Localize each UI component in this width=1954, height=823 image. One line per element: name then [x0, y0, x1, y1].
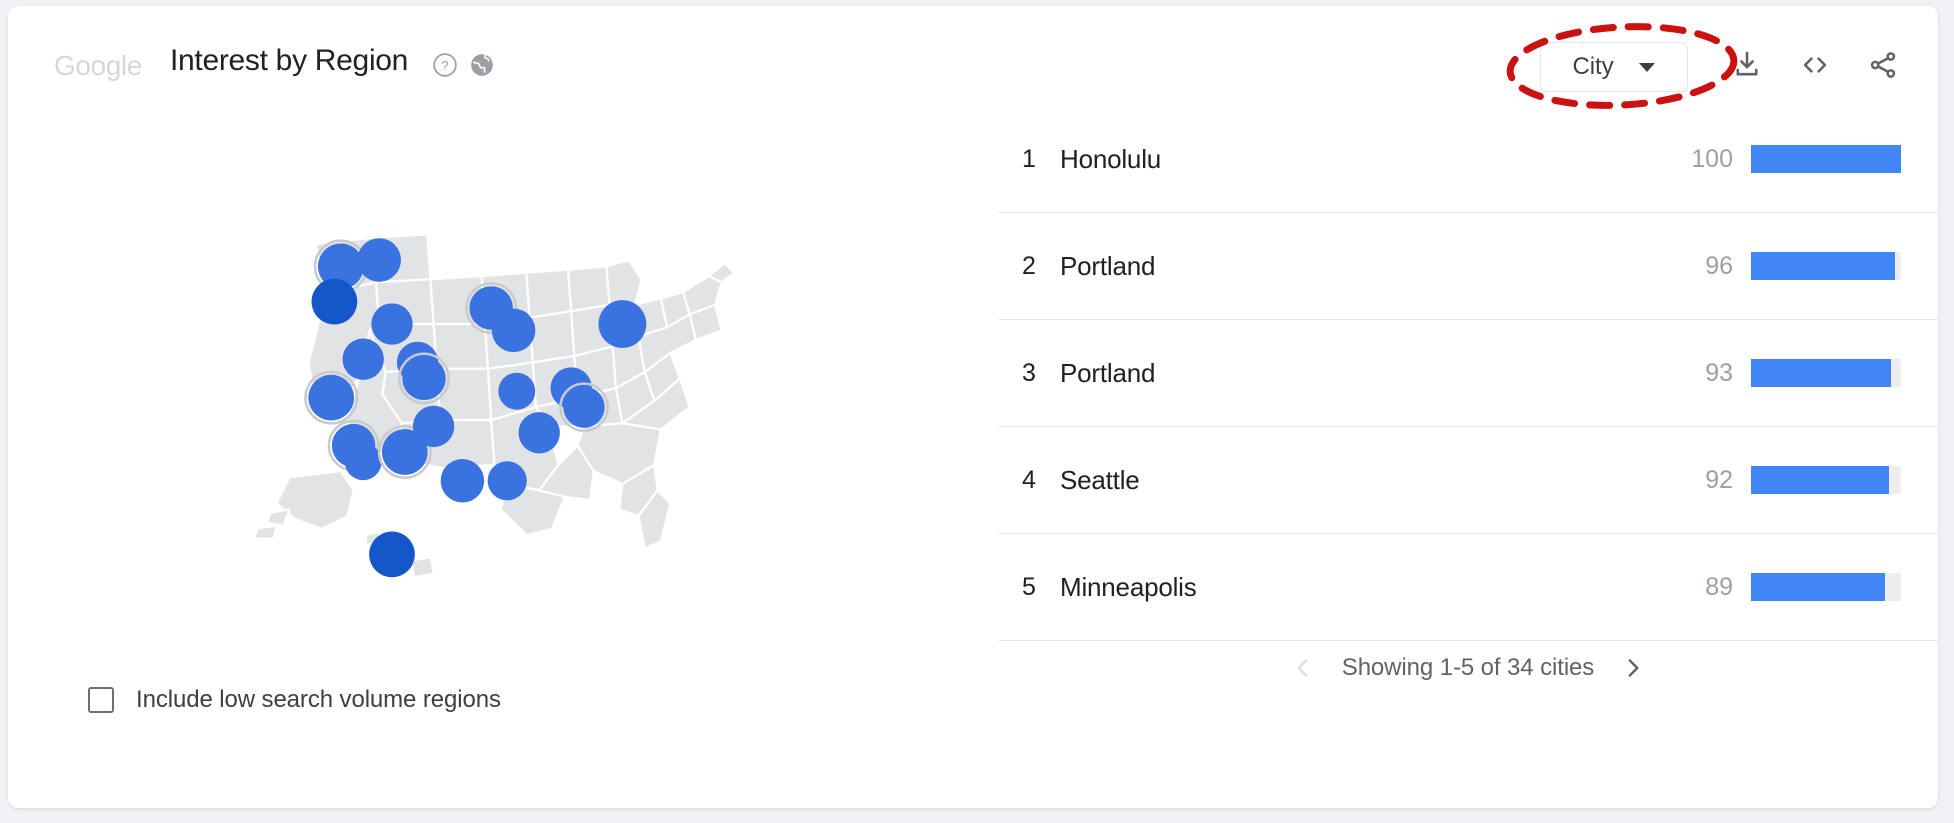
- region-value: 93: [1705, 358, 1733, 387]
- us-choropleth-map[interactable]: [158, 196, 818, 596]
- region-bar-fill: [1751, 466, 1889, 494]
- table-row[interactable]: 5 Minneapolis 89: [998, 534, 1938, 641]
- region-bar-track: [1751, 145, 1901, 173]
- table-row[interactable]: 3 Portland 93: [998, 320, 1938, 427]
- region-rank: 1: [1022, 144, 1036, 173]
- map-marker[interactable]: [344, 443, 382, 481]
- region-rank: 4: [1022, 465, 1036, 494]
- region-value: 92: [1705, 465, 1733, 494]
- region-bar-fill: [1751, 573, 1885, 601]
- map-marker[interactable]: [342, 338, 384, 380]
- include-low-volume-label: Include low search volume regions: [136, 686, 501, 713]
- region-value: 89: [1705, 572, 1733, 601]
- alaska-inset: [253, 470, 355, 540]
- map-marker[interactable]: [371, 303, 413, 345]
- map-marker[interactable]: [598, 300, 647, 348]
- region-type-dropdown-label: City: [1572, 53, 1614, 80]
- chevron-left-icon[interactable]: [1290, 655, 1316, 681]
- map-marker[interactable]: [402, 356, 446, 401]
- map-marker[interactable]: [369, 531, 415, 578]
- map-marker[interactable]: [498, 372, 536, 410]
- region-list-panel: 1 Honolulu 100 2 Portland 96 3 Portland 93 4 Seatt…: [998, 106, 1938, 806]
- region-bar-track: [1751, 466, 1901, 494]
- map-panel: Include low search volume regions: [8, 106, 998, 806]
- map-marker[interactable]: [518, 412, 560, 454]
- page-title: Interest by Region: [170, 44, 409, 77]
- pagination: Showing 1-5 of 34 cities: [998, 654, 1938, 682]
- region-name: Seattle: [1060, 464, 1140, 495]
- region-list: 1 Honolulu 100 2 Portland 96 3 Portland 93 4 Seatt…: [998, 106, 1938, 641]
- region-bar-fill: [1751, 359, 1891, 387]
- region-value: 96: [1705, 251, 1733, 280]
- map-marker[interactable]: [491, 308, 536, 353]
- globe-icon[interactable]: [469, 52, 495, 78]
- download-icon[interactable]: [1730, 48, 1764, 82]
- region-bar-track: [1751, 359, 1901, 387]
- chevron-down-icon: [1639, 62, 1656, 72]
- region-name: Portland: [1060, 357, 1156, 388]
- share-icon[interactable]: [1866, 48, 1900, 82]
- region-rank: 2: [1022, 251, 1036, 280]
- region-name: Minneapolis: [1060, 571, 1197, 602]
- region-bar-track: [1751, 252, 1901, 280]
- map-marker[interactable]: [308, 374, 355, 421]
- region-value: 100: [1691, 144, 1733, 173]
- table-row[interactable]: 2 Portland 96: [998, 213, 1938, 320]
- map-marker[interactable]: [311, 278, 358, 325]
- include-low-volume-checkbox[interactable]: [88, 687, 114, 713]
- table-row[interactable]: 1 Honolulu 100: [998, 106, 1938, 213]
- region-rank: 5: [1022, 572, 1036, 601]
- chevron-right-icon[interactable]: [1620, 655, 1646, 681]
- region-rank: 3: [1022, 358, 1036, 387]
- google-wordmark: Google: [54, 50, 142, 81]
- region-name: Honolulu: [1060, 143, 1162, 174]
- region-name: Portland: [1060, 250, 1156, 281]
- map-marker[interactable]: [412, 405, 455, 448]
- region-type-dropdown[interactable]: City: [1540, 42, 1688, 92]
- map-marker[interactable]: [440, 459, 485, 503]
- region-bar-fill: [1751, 252, 1895, 280]
- table-row[interactable]: 4 Seattle 92: [998, 427, 1938, 534]
- map-marker[interactable]: [563, 386, 605, 428]
- map-marker[interactable]: [487, 461, 527, 501]
- region-bar-track: [1751, 573, 1901, 601]
- region-bar-fill: [1751, 145, 1901, 173]
- low-volume-toggle-row[interactable]: Include low search volume regions: [88, 686, 501, 714]
- widget-header: Google Interest by Region ? City: [8, 6, 1938, 109]
- embed-icon[interactable]: [1798, 48, 1832, 82]
- interest-by-region-card: Google Interest by Region ? City Include…: [8, 6, 1938, 808]
- svg-text:?: ?: [441, 58, 448, 73]
- map-marker[interactable]: [357, 238, 401, 282]
- pagination-label: Showing 1-5 of 34 cities: [1341, 654, 1595, 681]
- help-circle-icon[interactable]: ?: [432, 52, 458, 78]
